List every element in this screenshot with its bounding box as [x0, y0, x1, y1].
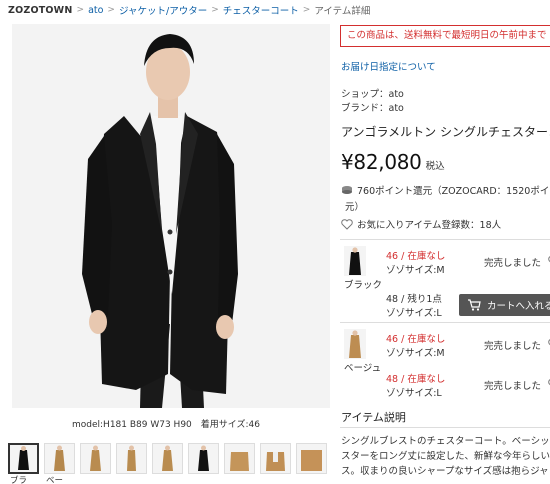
- thumbnail-label: ベー: [46, 476, 64, 484]
- breadcrumb-subcategory[interactable]: チェスターコート: [223, 3, 299, 17]
- points-text: 760ポイント還元（ZOZOCARD：1520ポイ: [357, 186, 550, 197]
- model-size-info: model:H181 B89 W73 H90 着用サイズ:46: [72, 420, 260, 430]
- variant-black-thumbnail: [344, 246, 366, 276]
- thumbnail-label: ブラ: [10, 476, 28, 484]
- description-text: シングルブレストのチェスターコート。ベーシッ スターをロング丈に設定した、新鮮な…: [341, 434, 550, 479]
- add-to-cart-button[interactable]: カートへ入れる: [459, 294, 550, 316]
- thumbnail-7[interactable]: [224, 443, 255, 474]
- thumbnail-8[interactable]: [260, 443, 291, 474]
- breadcrumb-separator-icon: >: [211, 5, 219, 15]
- size-label: ゾゾサイズ:M: [386, 265, 445, 276]
- delivery-date-link[interactable]: お届け日指定について: [341, 59, 436, 73]
- cart-icon: [467, 299, 481, 311]
- thumbnail-2[interactable]: [44, 443, 75, 474]
- description-line: シングルブレストのチェスターコート。ベーシッ: [341, 436, 550, 447]
- points-row: 760ポイント還元（ZOZOCARD：1520ポイ: [341, 183, 549, 197]
- thumbnail-9[interactable]: [296, 443, 327, 474]
- sold-out-label: 完売しました: [484, 381, 542, 392]
- product-name: アンゴラメルトン シングルチェスターコ: [341, 125, 550, 139]
- brand-name[interactable]: ブランド：ato: [341, 100, 404, 114]
- add-to-cart-label: カートへ入れる: [487, 301, 550, 312]
- breadcrumb-current: アイテム詳細: [314, 6, 371, 17]
- main-product-photo[interactable]: [12, 24, 330, 408]
- thumbnail-3[interactable]: [80, 443, 111, 474]
- stock-status: 46 / 在庫なし: [386, 251, 446, 262]
- variant-beige: ベージュ 46 / 在庫なし ゾゾサイズ:M 完売しました 48 / 在庫なし …: [340, 322, 550, 412]
- price: ¥82,080: [341, 150, 422, 174]
- stock-status: 46 / 在庫なし: [386, 334, 446, 345]
- tax-label: 税込: [425, 161, 445, 172]
- thumbnail-strip: [8, 443, 327, 474]
- description-divider: [340, 427, 550, 428]
- price-row: ¥82,080 税込: [341, 150, 445, 174]
- shipping-notice: この商品は、送料無料で最短明日の午前中まで: [340, 25, 550, 47]
- size-label: ゾゾサイズ:L: [386, 308, 442, 319]
- variant-color-label: ベージュ: [344, 363, 382, 374]
- sold-out-label: 完売しました: [484, 258, 542, 269]
- size-label: ゾゾサイズ:M: [386, 348, 445, 359]
- breadcrumb: ZOZOTOWN > ato > ジャケット/アウター > チェスターコート >…: [8, 3, 371, 18]
- model-in-coat-image: [12, 24, 330, 408]
- thumbnail-5[interactable]: [152, 443, 183, 474]
- breadcrumb-home[interactable]: ZOZOTOWN: [8, 5, 73, 16]
- variant-beige-thumbnail: [344, 329, 366, 359]
- size-label: ゾゾサイズ:L: [386, 388, 442, 399]
- breadcrumb-separator-icon: >: [107, 5, 115, 15]
- thumbnail-color-labels: ブラ ベー: [10, 474, 82, 484]
- sold-out-label: 完売しました: [484, 341, 542, 352]
- breadcrumb-category[interactable]: ジャケット/アウター: [119, 3, 207, 17]
- thumbnail-4[interactable]: [116, 443, 147, 474]
- favorite-count-row: お気に入りアイテム登録数：18人: [341, 217, 501, 231]
- description-title: アイテム説明: [341, 411, 406, 424]
- shop-name[interactable]: ショップ：ato: [341, 86, 404, 100]
- variant-color-label: ブラック: [344, 280, 383, 291]
- coin-stack-icon: [341, 185, 353, 195]
- breadcrumb-separator-icon: >: [76, 5, 85, 15]
- stock-status: 48 / 在庫なし: [386, 374, 446, 385]
- variant-black: ブラック 46 / 在庫なし ゾゾサイズ:M 完売しました 48 / 残り1点 …: [340, 239, 550, 322]
- favorite-count: お気に入りアイテム登録数：18人: [357, 220, 502, 231]
- heart-outline-icon: [341, 218, 353, 230]
- thumbnail-1[interactable]: [8, 443, 39, 474]
- points-text-continued: 元）: [345, 202, 365, 213]
- description-line: スターをロング丈に設定した、新鮮な今年らしい: [341, 451, 550, 462]
- description-line: ス。収まりの良いシャープなサイズ感は抱らジャ: [341, 466, 549, 477]
- thumbnail-6[interactable]: [188, 443, 219, 474]
- stock-status: 48 / 残り1点: [386, 294, 442, 305]
- breadcrumb-separator-icon: >: [302, 5, 311, 15]
- variant-stock-table: ブラック 46 / 在庫なし ゾゾサイズ:M 完売しました 48 / 残り1点 …: [340, 239, 550, 412]
- breadcrumb-shop[interactable]: ato: [88, 5, 103, 16]
